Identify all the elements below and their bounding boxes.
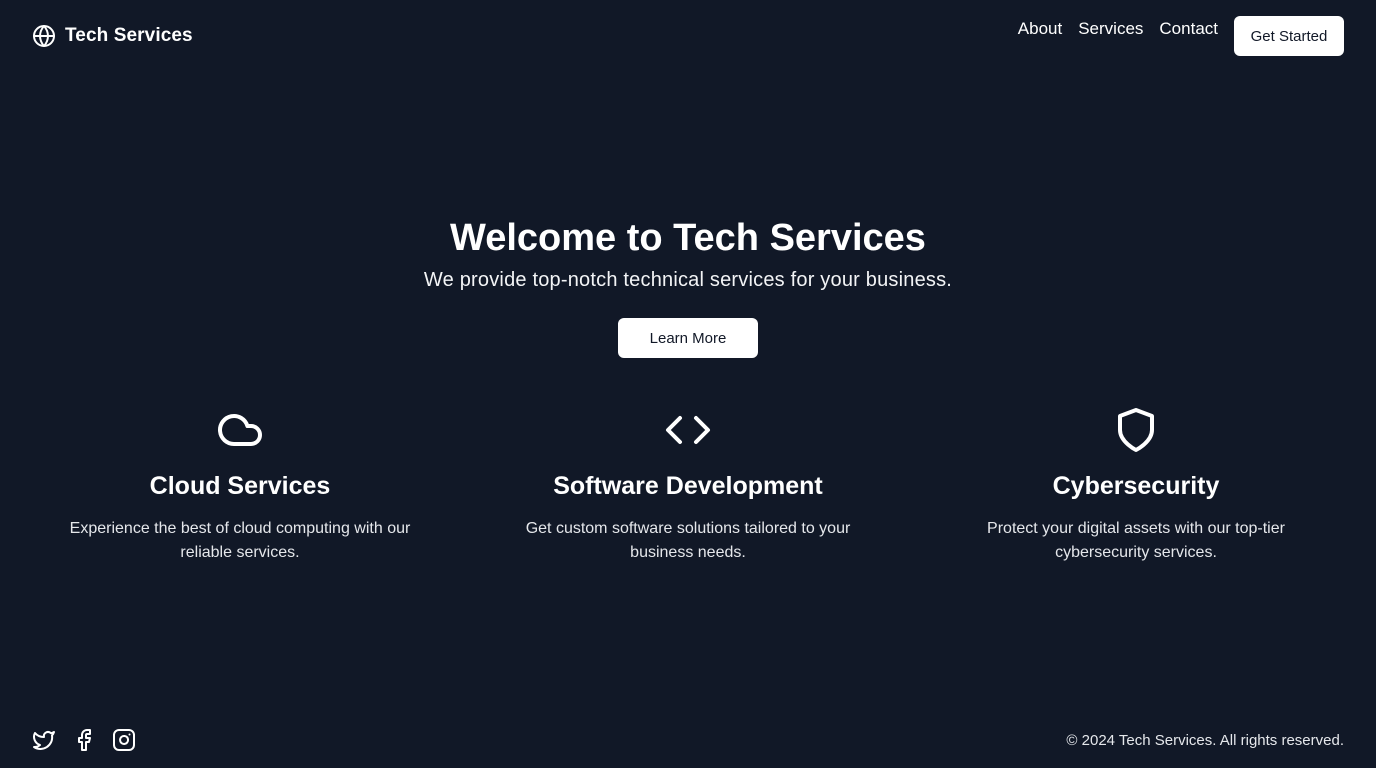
nav-link-about[interactable]: About xyxy=(1018,19,1062,39)
nav-link-contact[interactable]: Contact xyxy=(1159,19,1218,39)
feature-description: Get custom software solutions tailored t… xyxy=(525,520,851,561)
instagram-icon[interactable] xyxy=(112,728,136,752)
facebook-icon[interactable] xyxy=(72,728,96,752)
shield-icon xyxy=(912,406,1360,454)
hero-subtitle: We provide top-notch technical services … xyxy=(423,269,953,291)
feature-card-software: Software Development Get custom software… xyxy=(464,406,912,565)
nav-link-services[interactable]: Services xyxy=(1078,19,1143,39)
features-section: Cloud Services Experience the best of cl… xyxy=(16,406,1360,565)
hero-section: Welcome to Tech Services We provide top-… xyxy=(0,210,1376,358)
brand-name: Tech Services xyxy=(65,25,193,46)
learn-more-button[interactable]: Learn More xyxy=(618,318,758,358)
cloud-icon xyxy=(16,406,464,454)
site-header: Tech Services About Services Contact Get… xyxy=(0,0,1376,72)
feature-description: Experience the best of cloud computing w… xyxy=(69,520,411,561)
globe-icon xyxy=(32,24,56,48)
get-started-button[interactable]: Get Started xyxy=(1234,16,1344,56)
feature-title: Cloud Services xyxy=(149,472,331,500)
twitter-icon[interactable] xyxy=(32,728,56,752)
feature-description: Protect your digital assets with our top… xyxy=(987,520,1285,561)
main-nav: About Services Contact Get Started xyxy=(1018,16,1344,56)
code-icon xyxy=(464,406,912,454)
feature-title: Cybersecurity xyxy=(1052,472,1220,500)
brand-logo-link[interactable]: Tech Services xyxy=(32,24,193,48)
feature-card-cybersecurity: Cybersecurity Protect your digital asset… xyxy=(912,406,1360,565)
feature-title: Software Development xyxy=(553,472,823,500)
social-links xyxy=(32,728,136,752)
copyright-text: © 2024 Tech Services. All rights reserve… xyxy=(1066,731,1344,749)
feature-card-cloud: Cloud Services Experience the best of cl… xyxy=(16,406,464,565)
site-footer: © 2024 Tech Services. All rights reserve… xyxy=(0,716,1376,764)
hero-title: Welcome to Tech Services xyxy=(450,217,926,259)
